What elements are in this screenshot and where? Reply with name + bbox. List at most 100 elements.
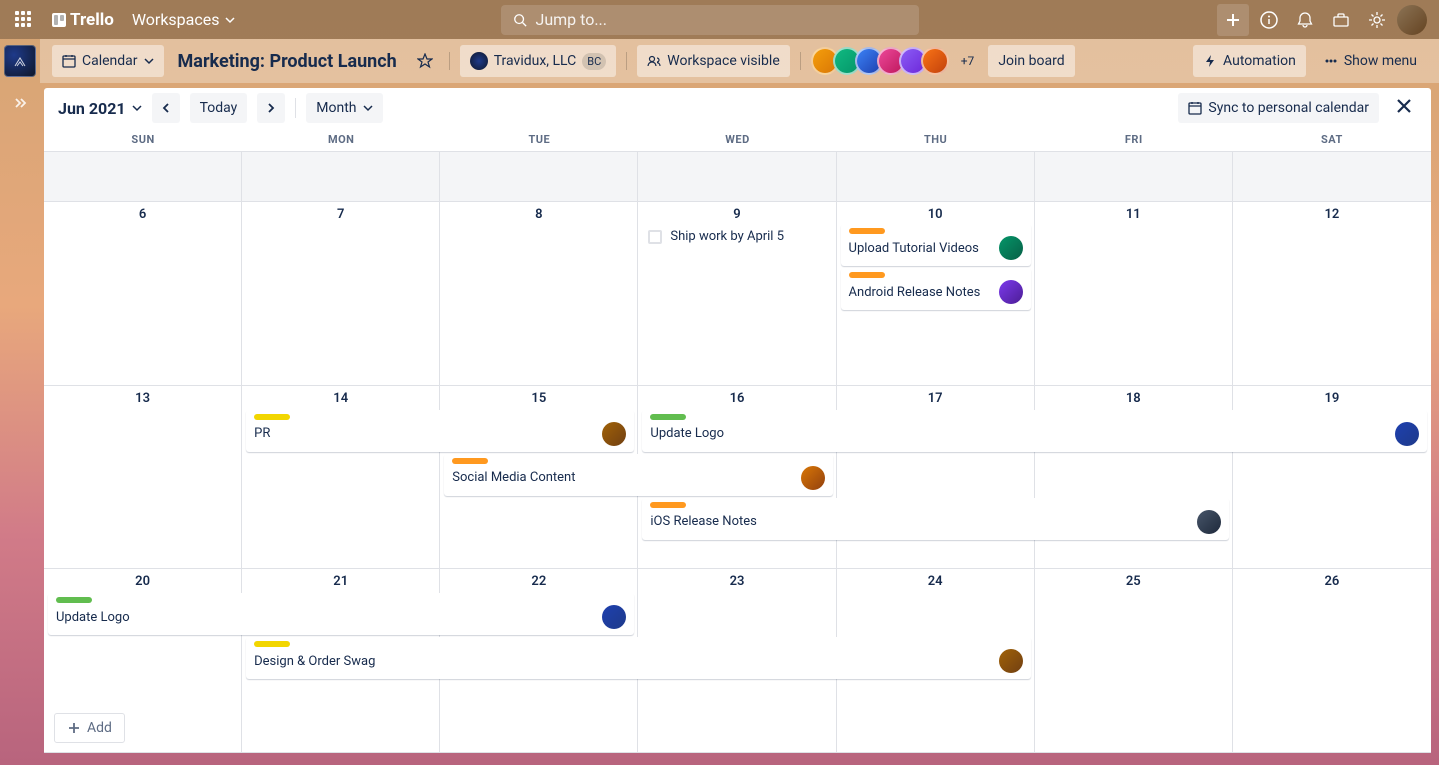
cal-cell-12[interactable]: 12 bbox=[1233, 202, 1431, 386]
workspace-icon bbox=[11, 52, 29, 70]
day-header-sun: SUN bbox=[44, 128, 242, 151]
cal-cell-26[interactable]: 26 bbox=[1233, 569, 1431, 753]
trello-logo[interactable]: Trello bbox=[52, 10, 114, 30]
apps-grid-icon bbox=[15, 11, 33, 29]
cal-cell-7[interactable]: 7 bbox=[242, 202, 440, 386]
event-ios-notes[interactable]: iOS Release Notes bbox=[642, 498, 1228, 540]
event-pr[interactable]: PR bbox=[246, 410, 634, 452]
assignee-avatar[interactable] bbox=[999, 649, 1023, 673]
assignee-avatar[interactable] bbox=[1395, 422, 1419, 446]
org-badge: BC bbox=[582, 53, 606, 70]
org-link[interactable]: Travidux, LLC BC bbox=[460, 45, 617, 77]
label-yellow bbox=[254, 414, 290, 420]
close-icon bbox=[1395, 97, 1413, 115]
cal-cell-dim[interactable] bbox=[440, 152, 638, 202]
assignee-avatar[interactable] bbox=[999, 280, 1023, 304]
label-orange bbox=[452, 458, 488, 464]
notifications-button[interactable] bbox=[1289, 4, 1321, 36]
chevron-double-right-icon bbox=[13, 96, 27, 110]
create-button[interactable] bbox=[1217, 4, 1249, 36]
view-mode-selector[interactable]: Month bbox=[306, 93, 382, 123]
info-icon bbox=[1260, 11, 1278, 29]
chevron-down-icon bbox=[225, 15, 235, 25]
board-title[interactable]: Marketing: Product Launch bbox=[172, 51, 403, 72]
collapsed-sidebar bbox=[0, 39, 40, 765]
plus-icon bbox=[67, 721, 81, 735]
more-members[interactable]: +7 bbox=[961, 54, 975, 68]
cal-cell-dim[interactable] bbox=[1233, 152, 1431, 202]
day-headers: SUN MON TUE WED THU FRI SAT bbox=[44, 128, 1431, 152]
bell-icon bbox=[1296, 11, 1314, 29]
cal-cell-8[interactable]: 8 bbox=[440, 202, 638, 386]
chevron-down-icon bbox=[132, 103, 142, 113]
assignee-avatar[interactable] bbox=[1197, 510, 1221, 534]
star-button[interactable] bbox=[411, 45, 439, 77]
event-update-logo-1[interactable]: Update Logo bbox=[642, 410, 1427, 452]
calendar-icon bbox=[1188, 101, 1202, 115]
visibility-button[interactable]: Workspace visible bbox=[637, 45, 789, 77]
user-avatar[interactable] bbox=[1397, 5, 1427, 35]
event-design-swag[interactable]: Design & Order Swag bbox=[246, 637, 1031, 679]
plus-icon bbox=[1225, 12, 1241, 28]
divider bbox=[295, 98, 296, 118]
show-menu-button[interactable]: Show menu bbox=[1314, 45, 1427, 77]
sync-calendar-button[interactable]: Sync to personal calendar bbox=[1178, 93, 1379, 123]
calendar-grid: 6 7 8 9 10 11 12 13 14 15 16 17 18 19 20… bbox=[44, 152, 1431, 753]
event-social-media[interactable]: Social Media Content bbox=[444, 454, 832, 496]
label-orange bbox=[849, 228, 885, 234]
label-green bbox=[56, 597, 92, 603]
settings-button[interactable] bbox=[1361, 4, 1393, 36]
join-board-button[interactable]: Join board bbox=[988, 45, 1074, 77]
chevron-right-icon bbox=[266, 103, 276, 113]
cal-cell-dim[interactable] bbox=[44, 152, 242, 202]
member-avatars[interactable] bbox=[811, 47, 949, 75]
event-update-logo-2[interactable]: Update Logo bbox=[48, 593, 634, 635]
assignee-avatar[interactable] bbox=[602, 605, 626, 629]
day-header-tue: TUE bbox=[440, 128, 638, 151]
prev-month-button[interactable] bbox=[152, 93, 180, 123]
next-month-button[interactable] bbox=[257, 93, 285, 123]
checkbox-icon[interactable] bbox=[648, 230, 662, 244]
people-icon bbox=[647, 54, 661, 68]
search-input[interactable]: Jump to... bbox=[501, 5, 919, 35]
divider bbox=[449, 52, 450, 70]
briefcase-button[interactable] bbox=[1325, 4, 1357, 36]
search-placeholder: Jump to... bbox=[535, 10, 607, 29]
view-switcher[interactable]: Calendar bbox=[52, 45, 164, 77]
cal-cell-dim[interactable] bbox=[837, 152, 1035, 202]
expand-sidebar-button[interactable] bbox=[6, 91, 34, 115]
event-upload-tutorial[interactable]: Upload Tutorial Videos bbox=[841, 224, 1031, 266]
app-switcher[interactable] bbox=[8, 4, 40, 36]
workspace-tile[interactable] bbox=[4, 45, 36, 77]
cal-cell-dim[interactable] bbox=[242, 152, 440, 202]
event-android-notes[interactable]: Android Release Notes bbox=[841, 268, 1031, 310]
cal-cell-11[interactable]: 11 bbox=[1035, 202, 1233, 386]
cal-cell-25[interactable]: 25 bbox=[1035, 569, 1233, 753]
cal-cell-dim[interactable] bbox=[1035, 152, 1233, 202]
add-card-button[interactable]: Add bbox=[54, 713, 125, 743]
day-header-wed: WED bbox=[638, 128, 836, 151]
assignee-avatar[interactable] bbox=[999, 236, 1023, 260]
board-header: Calendar Marketing: Product Launch Travi… bbox=[40, 39, 1439, 83]
checklist-item[interactable]: Ship work by April 5 bbox=[644, 227, 830, 246]
day-header-mon: MON bbox=[242, 128, 440, 151]
automation-button[interactable]: Automation bbox=[1193, 45, 1306, 77]
day-header-fri: FRI bbox=[1035, 128, 1233, 151]
member-avatar[interactable] bbox=[921, 47, 949, 75]
today-button[interactable]: Today bbox=[190, 93, 248, 123]
assignee-avatar[interactable] bbox=[801, 466, 825, 490]
cal-cell-dim[interactable] bbox=[638, 152, 836, 202]
calendar-toolbar: Jun 2021 Today Month Sync to personal ca… bbox=[44, 88, 1431, 128]
bolt-icon bbox=[1203, 54, 1217, 68]
info-button[interactable] bbox=[1253, 4, 1285, 36]
month-selector[interactable]: Jun 2021 bbox=[58, 99, 142, 118]
workspaces-dropdown[interactable]: Workspaces bbox=[122, 4, 246, 35]
chevron-down-icon bbox=[144, 56, 154, 66]
chevron-down-icon bbox=[363, 103, 373, 113]
gear-icon bbox=[1368, 11, 1386, 29]
cal-cell-13[interactable]: 13 bbox=[44, 386, 242, 570]
cal-cell-6[interactable]: 6 bbox=[44, 202, 242, 386]
assignee-avatar[interactable] bbox=[602, 422, 626, 446]
label-orange bbox=[849, 272, 885, 278]
close-calendar-button[interactable] bbox=[1391, 96, 1417, 121]
